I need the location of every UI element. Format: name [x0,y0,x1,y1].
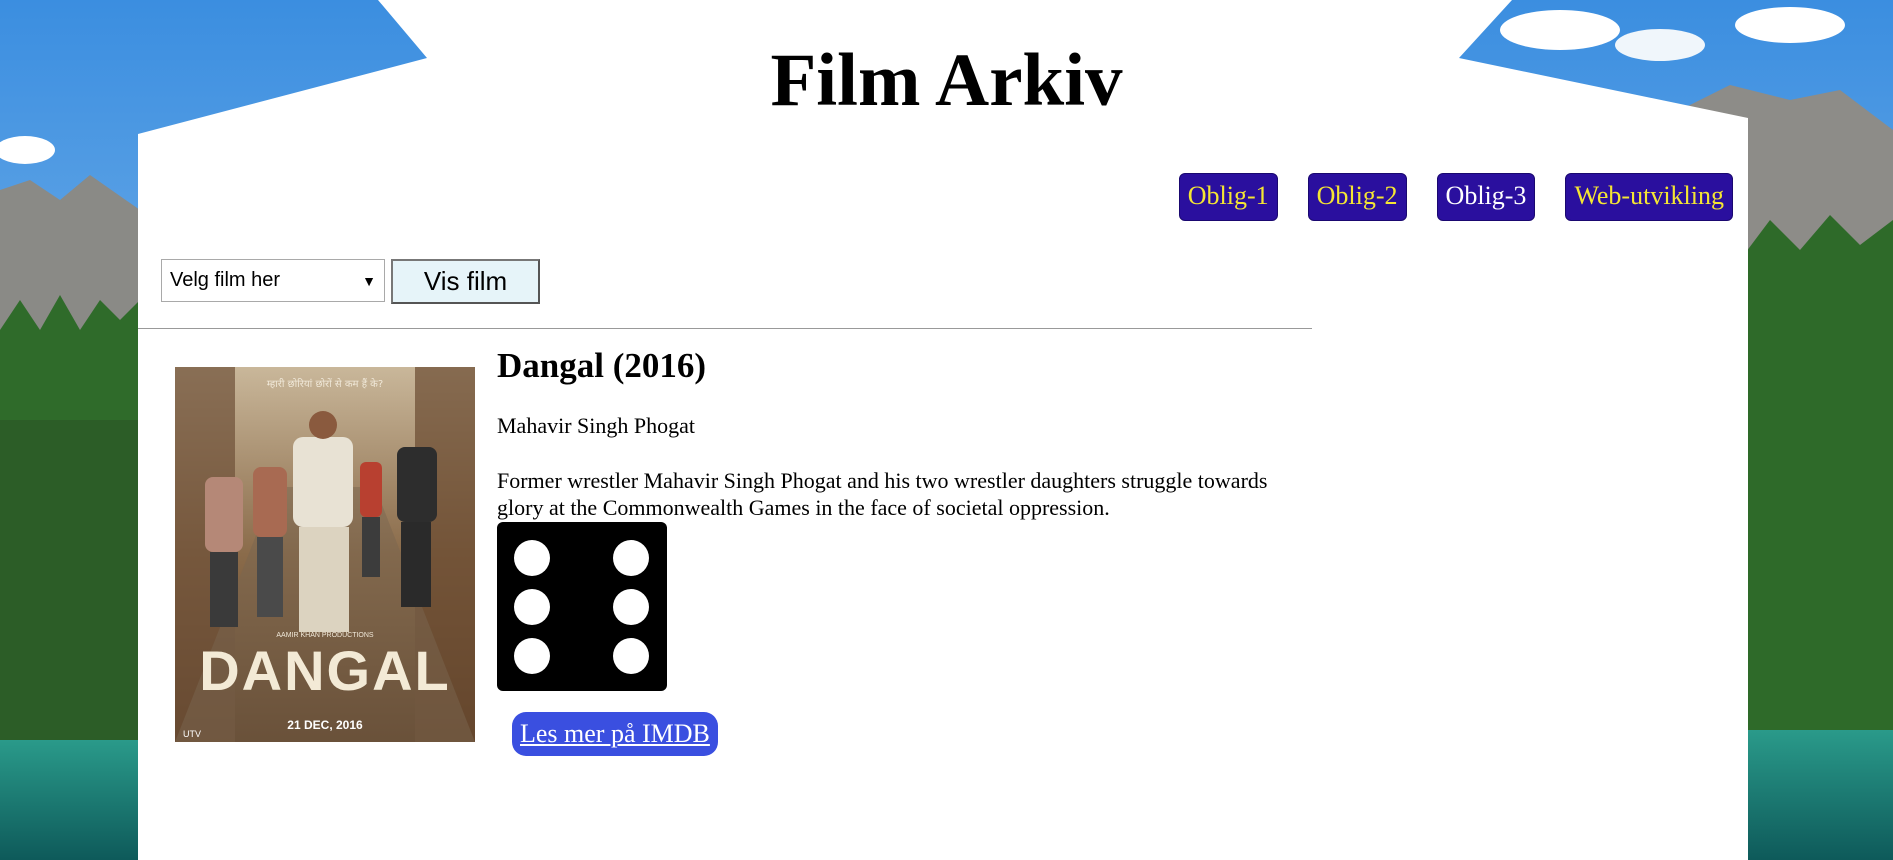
imdb-link[interactable]: Les mer på IMDB [512,712,718,756]
show-film-button[interactable]: Vis film [391,259,540,304]
divider [138,328,1312,329]
film-select[interactable]: Velg film her ▼ [161,259,385,302]
main-nav: Oblig-1 Oblig-2 Oblig-3 Web-utvikling [1178,173,1733,221]
poster-name: DANGAL [199,639,451,702]
poster-studio: UTV [183,729,201,739]
poster-producer: AAMIR KHAN PRODUCTIONS [276,632,374,639]
rating-dice-icon [497,522,667,691]
nav-link-oblig-2[interactable]: Oblig-2 [1307,173,1407,221]
film-select-value: Velg film her [170,269,281,291]
poster-date: 21 DEC, 2016 [287,718,363,732]
nav-link-oblig-1[interactable]: Oblig-1 [1178,173,1278,221]
nav-link-web-utvikling[interactable]: Web-utvikling [1565,173,1733,221]
film-title: Dangal (2016) [497,346,707,385]
page-title: Film Arkiv [770,39,1123,122]
poster-tagline: म्हारी छोरियां छोरों से कम हैं के? [267,378,383,390]
film-picker: Velg film her ▼ Vis film [161,259,540,304]
film-director: Mahavir Singh Phogat [497,413,695,438]
film-poster: म्हारी छोरियां छोरों से कम हैं के? AAMIR… [175,367,475,742]
film-plot: Former wrestler Mahavir Singh Phogat and… [497,468,1268,520]
dropdown-arrow-icon: ▼ [362,272,376,289]
nav-link-oblig-3[interactable]: Oblig-3 [1436,173,1536,221]
